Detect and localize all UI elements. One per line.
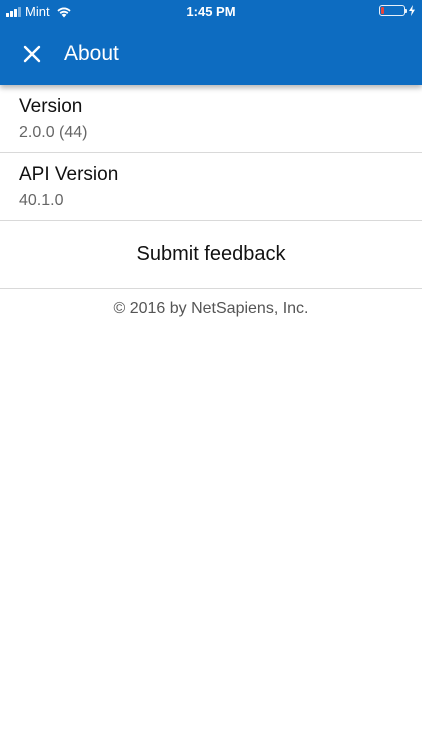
version-label: Version — [19, 96, 83, 117]
page-title: About — [64, 42, 119, 65]
version-value: 2.0.0 (44) — [19, 124, 88, 141]
close-icon — [23, 45, 41, 63]
api-version-row: API Version 40.1.0 — [0, 153, 422, 221]
charging-bolt-icon — [409, 5, 415, 16]
header: Mint 1:45 PM About — [0, 0, 422, 85]
status-bar: Mint 1:45 PM — [0, 0, 422, 23]
api-version-label: API Version — [19, 164, 119, 185]
submit-feedback-button[interactable]: Submit feedback — [0, 221, 422, 289]
copyright-text: © 2016 by NetSapiens, Inc. — [113, 300, 309, 317]
about-content: Version 2.0.0 (44) API Version 40.1.0 Su… — [0, 85, 422, 318]
api-version-value: 40.1.0 — [19, 192, 64, 209]
app-bar: About — [0, 23, 422, 85]
status-time: 1:45 PM — [186, 4, 236, 19]
battery-level — [381, 7, 384, 14]
status-right — [379, 5, 416, 16]
close-button[interactable] — [19, 41, 45, 67]
version-row: Version 2.0.0 (44) — [0, 85, 422, 153]
battery-icon — [379, 5, 407, 16]
